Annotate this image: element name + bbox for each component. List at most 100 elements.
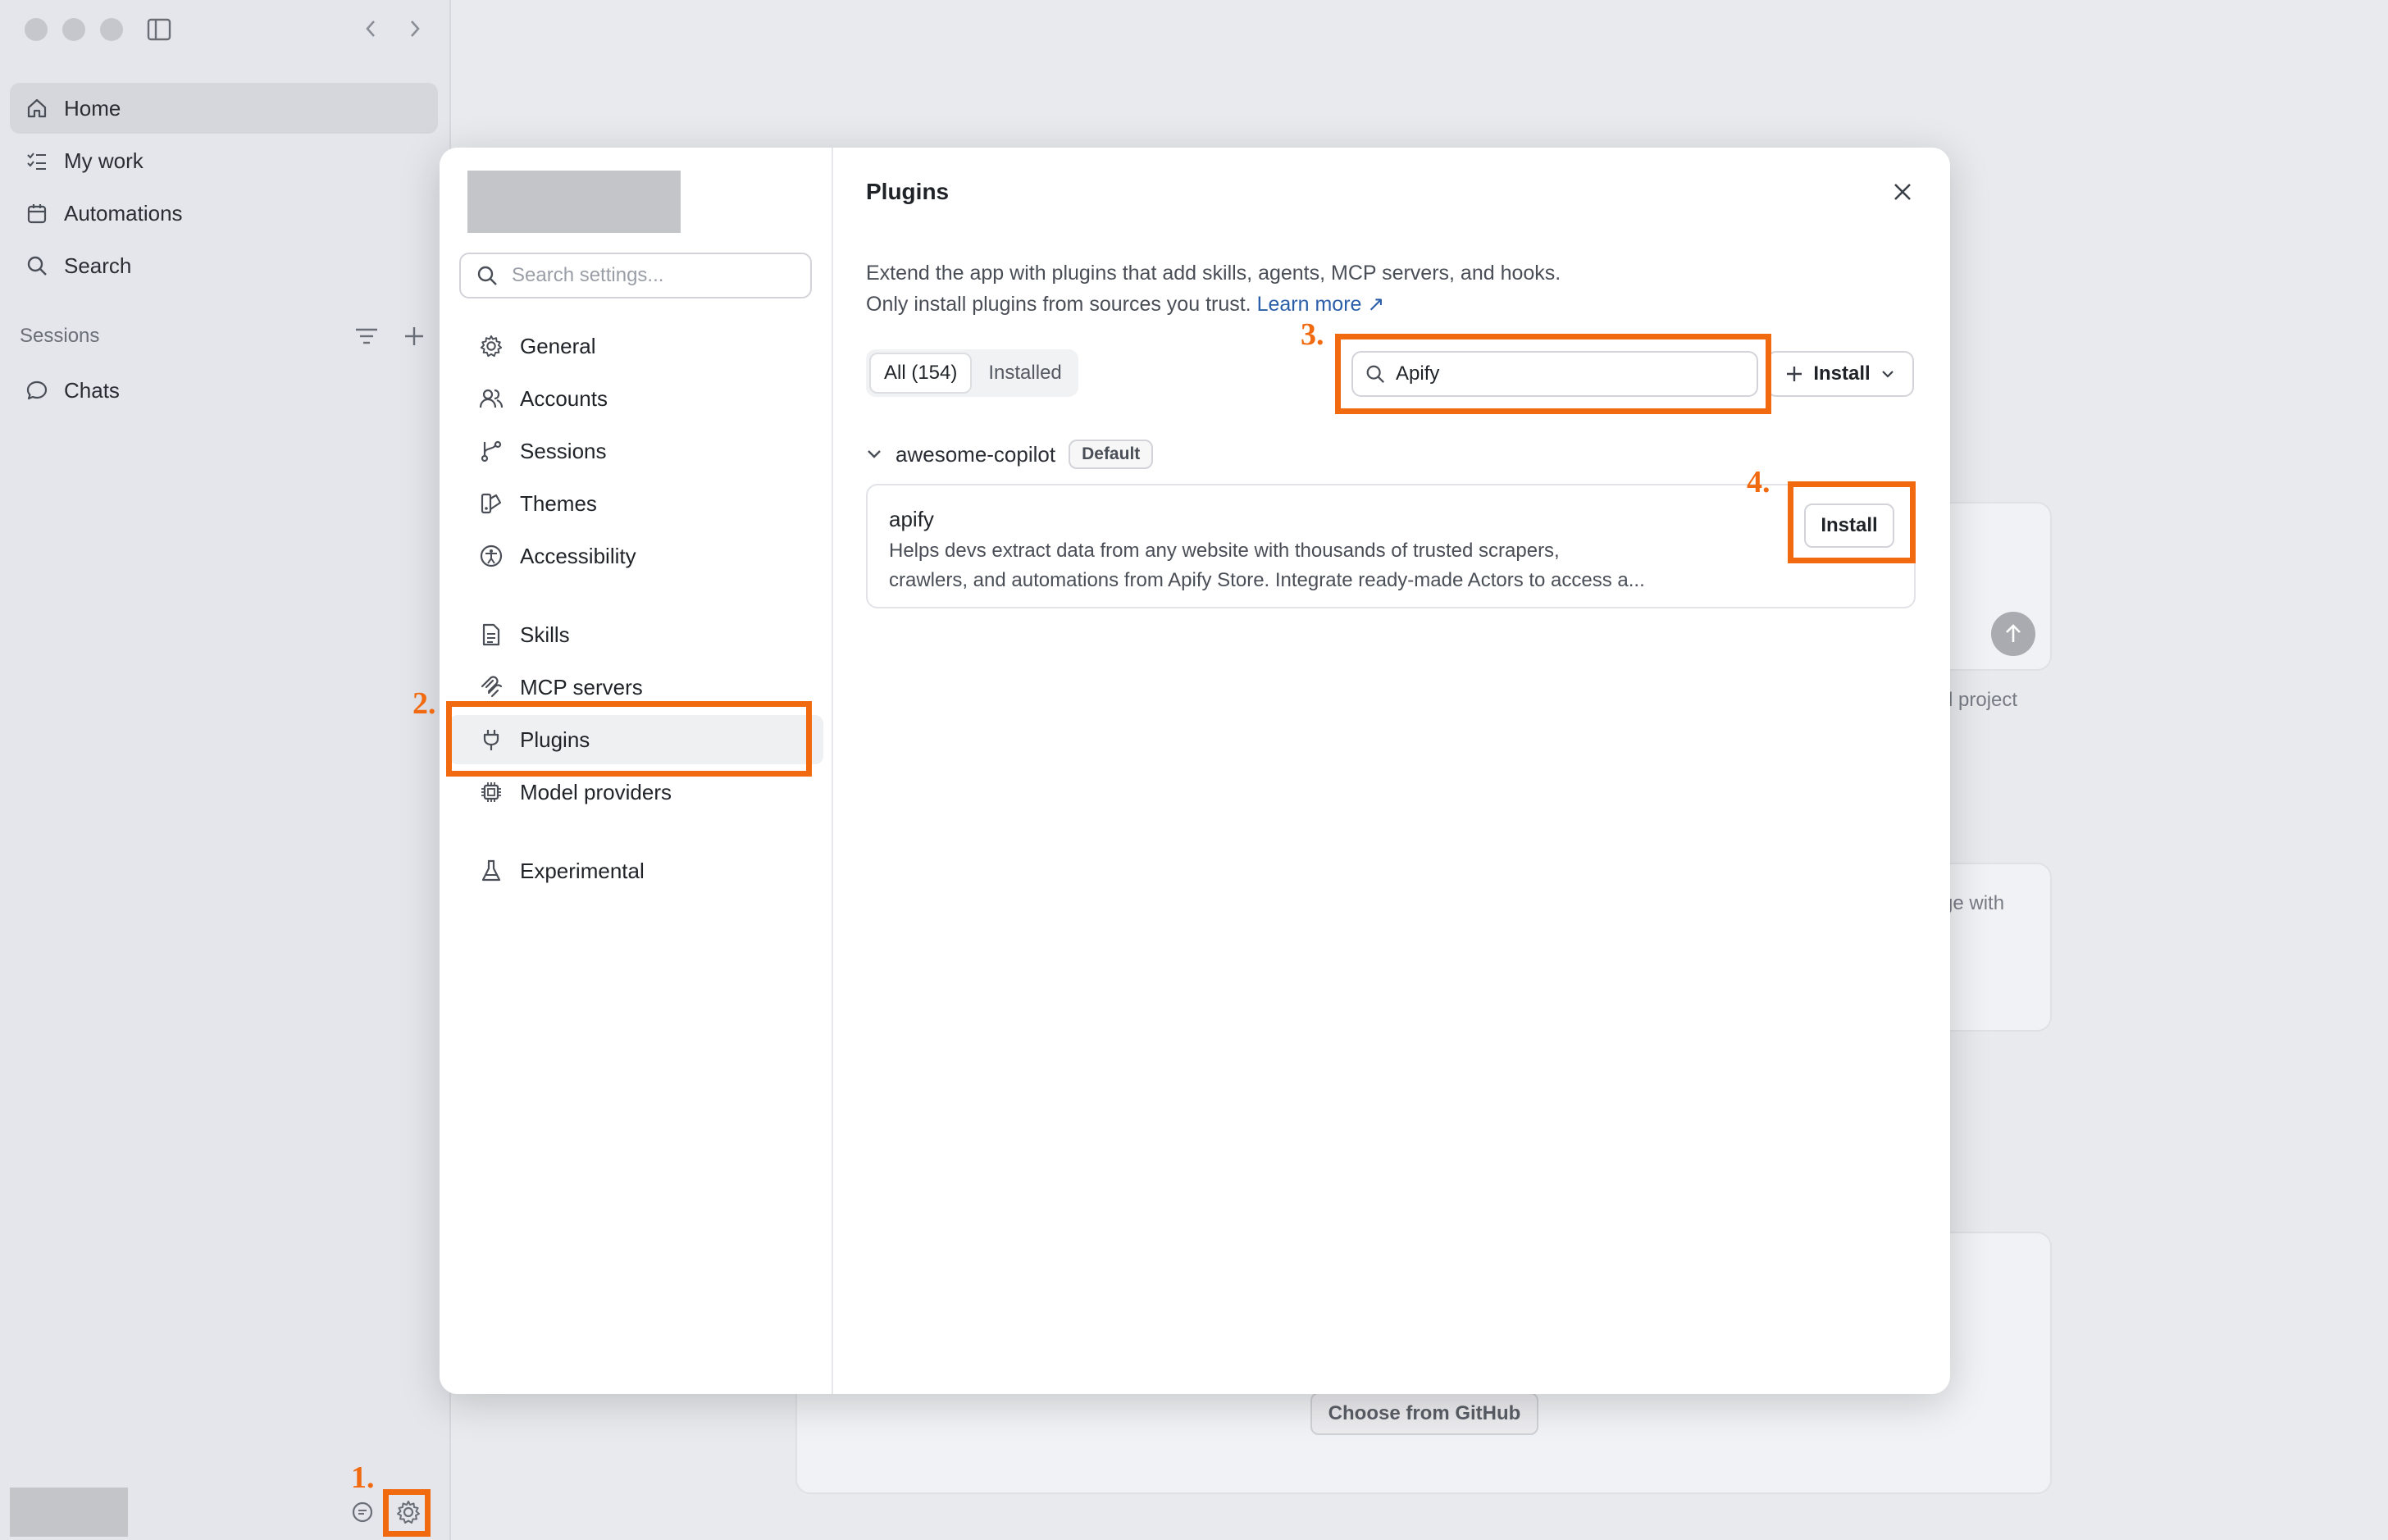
nav-label: Accounts: [520, 385, 608, 411]
plugin-description-line-2: crawlers, and automations from Apify Sto…: [889, 569, 1645, 591]
annotation-step2: 2.: [412, 686, 436, 721]
settings-nav-accounts[interactable]: Accounts: [449, 374, 823, 423]
chip-icon: [477, 778, 505, 806]
flask-icon: [477, 857, 505, 885]
background-with-text: ge with: [1942, 892, 2005, 914]
sidebar-item-automations[interactable]: Automations: [10, 188, 438, 239]
settings-gear-icon[interactable]: [394, 1497, 423, 1527]
sidebar-item-label: Chats: [64, 377, 120, 403]
plugin-group-header[interactable]: awesome-copilot Default: [866, 440, 1154, 469]
filter-icon[interactable]: [354, 326, 379, 347]
chat-bubble-icon: [23, 376, 51, 404]
checklist-icon: [23, 147, 51, 175]
plugin-description-line-1: Helps devs extract data from any website…: [889, 540, 1560, 562]
plugin-install-button[interactable]: Install: [1804, 503, 1894, 548]
annotation-step1: 1.: [351, 1460, 375, 1495]
settings-nav-mcp-servers[interactable]: MCP servers: [449, 663, 823, 712]
tab-all[interactable]: All (154): [869, 353, 973, 394]
settings-search-input[interactable]: Search settings...: [459, 253, 812, 298]
annotation-step4: 4.: [1747, 465, 1770, 499]
sidebar-item-label: My work: [64, 148, 144, 173]
new-session-plus-icon[interactable]: [403, 326, 425, 347]
annotation-step3: 3.: [1301, 317, 1324, 352]
description-line-2: Only install plugins from sources you tr…: [866, 289, 1561, 320]
nav-label: General: [520, 333, 596, 358]
sidebar-item-home[interactable]: Home: [10, 83, 438, 134]
plus-icon: [1785, 365, 1803, 383]
settings-nav-themes[interactable]: Themes: [449, 479, 823, 528]
description-text: Only install plugins from sources you tr…: [866, 293, 1251, 316]
install-dropdown-button[interactable]: Install: [1766, 351, 1914, 397]
nav-label: Plugins: [520, 727, 590, 752]
plugin-filter-tabs: All (154) Installed: [866, 349, 1078, 397]
app-sidebar: Home My work Automations Search Sessions…: [0, 0, 451, 1540]
sessions-label: Sessions: [20, 325, 100, 347]
nav-label: Accessibility: [520, 543, 636, 568]
search-icon: [1365, 363, 1386, 385]
sidebar-item-label: Automations: [64, 200, 183, 226]
settings-nav-sessions[interactable]: Sessions: [449, 426, 823, 476]
settings-nav-skills[interactable]: Skills: [449, 610, 823, 659]
nav-label: MCP servers: [520, 674, 643, 699]
sidebar-item-my-work[interactable]: My work: [10, 135, 438, 186]
mcp-icon: [477, 673, 505, 701]
install-label: Install: [1813, 362, 1871, 385]
settings-nav: Search settings... General Accounts Sess…: [440, 148, 833, 1394]
nav-label: Experimental: [520, 858, 645, 883]
chevron-down-icon: [1880, 368, 1895, 380]
choose-from-github-button: Choose from GitHub: [1310, 1392, 1538, 1435]
sidebar-item-search[interactable]: Search: [10, 240, 438, 291]
plugin-search-input[interactable]: Apify: [1351, 351, 1758, 397]
close-window-button[interactable]: [25, 18, 48, 41]
back-arrow-icon[interactable]: [361, 16, 382, 41]
settings-modal: Search settings... General Accounts Sess…: [440, 148, 1950, 1394]
settings-nav-plugins[interactable]: Plugins: [449, 715, 823, 764]
sidebar-item-label: Search: [64, 253, 132, 278]
settings-nav-general[interactable]: General: [449, 321, 823, 371]
nav-label: Model providers: [520, 779, 672, 804]
feedback-icon[interactable]: [348, 1497, 377, 1527]
tab-installed[interactable]: Installed: [975, 353, 1074, 394]
document-icon: [477, 621, 505, 649]
chevron-down-icon: [866, 448, 882, 461]
home-icon: [23, 94, 51, 122]
sidebar-toggle-icon[interactable]: [146, 16, 172, 43]
search-value: Apify: [1396, 362, 1440, 385]
sessions-header: Sessions: [20, 325, 425, 348]
nav-label: Skills: [520, 622, 570, 647]
minimize-window-button[interactable]: [62, 18, 85, 41]
learn-more-link[interactable]: Learn more ↗: [1257, 293, 1385, 316]
settings-nav-model-providers[interactable]: Model providers: [449, 768, 823, 817]
plug-icon: [477, 726, 505, 754]
palette-icon: [477, 490, 505, 517]
gear-icon: [477, 332, 505, 360]
description-line-1: Extend the app with plugins that add ski…: [866, 262, 1561, 285]
window-controls: [25, 18, 123, 41]
search-placeholder: Search settings...: [512, 264, 664, 286]
plugin-description: Helps devs extract data from any website…: [889, 536, 1742, 595]
plugin-name: apify: [889, 507, 934, 531]
plugins-description: Extend the app with plugins that add ski…: [866, 257, 1561, 320]
sidebar-item-label: Home: [64, 95, 121, 121]
close-icon[interactable]: [1886, 175, 1919, 208]
nav-label: Sessions: [520, 438, 607, 463]
user-avatar[interactable]: [10, 1488, 128, 1537]
search-icon: [23, 252, 51, 280]
sidebar-item-chats[interactable]: Chats: [10, 365, 438, 416]
nav-label: Themes: [520, 490, 597, 516]
page-title: Plugins: [866, 179, 950, 204]
users-icon: [477, 385, 505, 412]
settings-logo-placeholder: [467, 171, 681, 233]
send-arrow-icon: [1991, 612, 2035, 656]
settings-nav-accessibility[interactable]: Accessibility: [449, 531, 823, 581]
default-badge: Default: [1069, 440, 1154, 469]
settings-nav-experimental[interactable]: Experimental: [449, 846, 823, 895]
branch-icon: [477, 437, 505, 465]
accessibility-icon: [477, 542, 505, 570]
history-arrows: [361, 16, 425, 41]
plugins-panel: Plugins Extend the app with plugins that…: [833, 148, 1950, 1394]
forward-arrow-icon[interactable]: [403, 16, 425, 41]
plugin-card: apify Helps devs extract data from any w…: [866, 484, 1916, 608]
calendar-icon: [23, 199, 51, 227]
zoom-window-button[interactable]: [100, 18, 123, 41]
